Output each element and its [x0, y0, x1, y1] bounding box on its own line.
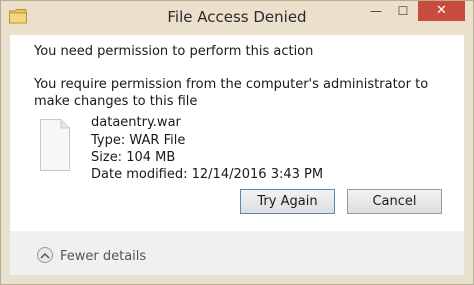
minimize-button[interactable]: —	[363, 1, 389, 21]
details-footer: Fewer details	[10, 231, 464, 275]
try-again-button[interactable]: Try Again	[240, 189, 335, 214]
title-bar[interactable]: File Access Denied — ☐ ✕	[1, 1, 473, 35]
file-name: dataentry.war	[91, 115, 181, 130]
dialog-window: File Access Denied — ☐ ✕ You need permis…	[0, 0, 474, 285]
maximize-button[interactable]: ☐	[390, 1, 416, 21]
dialog-content: You need permission to perform this acti…	[10, 35, 464, 231]
permission-message: You need permission to perform this acti…	[34, 44, 314, 59]
chevron-up-icon[interactable]	[37, 247, 53, 263]
file-icon	[40, 119, 70, 171]
permission-detail: You require permission from the computer…	[34, 77, 429, 109]
fewer-details-link[interactable]: Fewer details	[60, 249, 146, 264]
cancel-button[interactable]: Cancel	[347, 189, 442, 214]
file-date-modified: Date modified: 12/14/2016 3:43 PM	[91, 167, 324, 182]
close-button[interactable]: ✕	[418, 1, 465, 21]
file-size: Size: 104 MB	[91, 150, 176, 165]
file-type: Type: WAR File	[91, 133, 186, 148]
